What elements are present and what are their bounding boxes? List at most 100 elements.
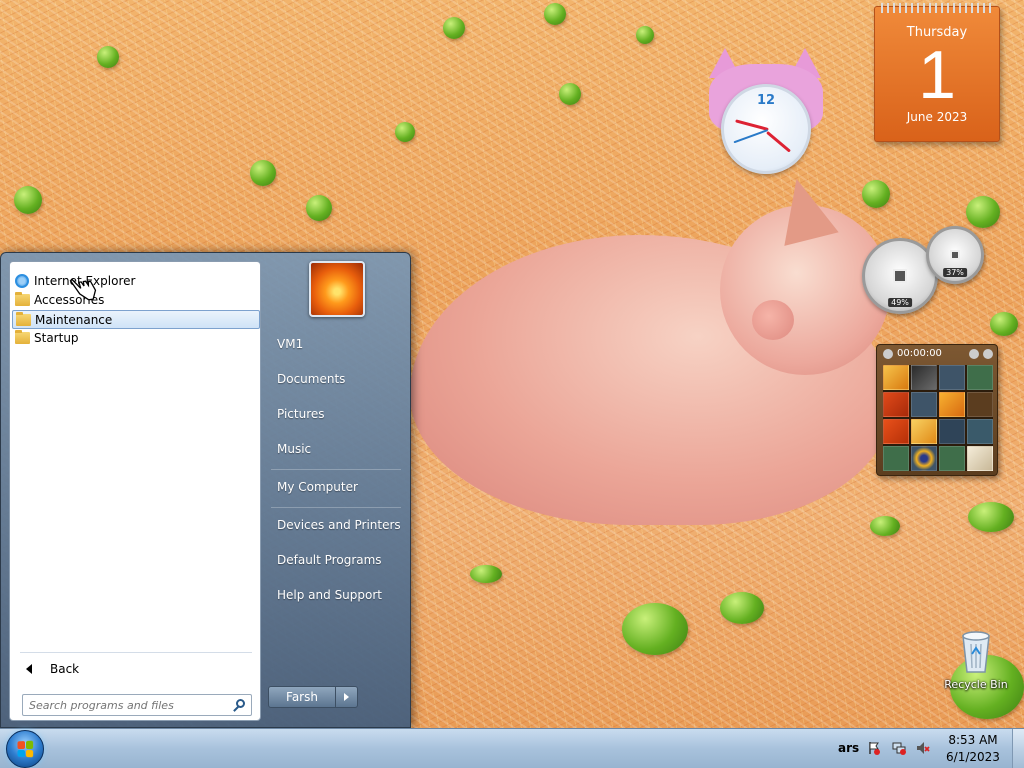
start-menu-item-my-computer[interactable]: My Computer xyxy=(269,472,403,502)
program-label: Startup xyxy=(34,331,79,345)
pea-decoration xyxy=(622,603,688,655)
puzzle-grid xyxy=(883,365,993,471)
folder-icon xyxy=(15,330,30,344)
taskbar-clock-time[interactable]: 8:53 AM xyxy=(940,733,1006,747)
action-center-flag-icon[interactable] xyxy=(867,741,881,755)
puzzle-tile[interactable] xyxy=(939,365,965,390)
start-button[interactable] xyxy=(6,730,44,768)
memory-chip-icon xyxy=(950,250,960,260)
puzzle-tile[interactable] xyxy=(939,392,965,417)
shutdown-button[interactable]: Farsh xyxy=(268,686,336,708)
start-menu-separator xyxy=(271,507,401,508)
puzzle-header: 00:00:00 xyxy=(877,345,997,363)
start-menu-item-music[interactable]: Music xyxy=(269,434,403,464)
hand-cursor-icon xyxy=(69,278,97,301)
cpu-meter-gadget[interactable]: 49% 37% xyxy=(862,226,986,316)
start-menu-item-devices-and-printers[interactable]: Devices and Printers xyxy=(269,510,403,540)
program-item-startup[interactable]: Startup xyxy=(12,329,260,348)
puzzle-tile[interactable] xyxy=(939,419,965,444)
clock-face: 12 xyxy=(721,84,811,174)
pea-decoration xyxy=(544,3,566,25)
puzzle-timer: 00:00:00 xyxy=(897,348,942,359)
pea-decoration xyxy=(968,502,1014,532)
program-item-accessories[interactable]: Accessories xyxy=(12,291,260,310)
folder-icon xyxy=(16,312,31,326)
clock-hour-hand xyxy=(766,131,791,153)
pea-decoration xyxy=(306,195,332,221)
pea-decoration xyxy=(250,160,276,186)
program-item-internet-explorer[interactable]: Internet Explorer xyxy=(12,272,260,291)
start-menu-programs-pane: Internet Explorer Accessories Maintenanc… xyxy=(9,261,261,721)
puzzle-tile[interactable] xyxy=(967,446,993,471)
puzzle-tile[interactable] xyxy=(911,392,937,417)
puzzle-tile[interactable] xyxy=(967,392,993,417)
start-menu-separator xyxy=(271,469,401,470)
program-label: Maintenance xyxy=(35,313,113,327)
start-menu: Internet Explorer Accessories Maintenanc… xyxy=(0,252,411,728)
puzzle-tile[interactable] xyxy=(911,446,937,471)
calendar-month-year: June 2023 xyxy=(906,110,968,124)
pea-decoration xyxy=(443,17,465,39)
back-divider xyxy=(20,652,252,653)
puzzle-tile[interactable] xyxy=(967,419,993,444)
cpu-chip-icon xyxy=(893,269,907,283)
pea-decoration xyxy=(720,592,764,624)
calendar-gadget[interactable]: Thursday 1 June 2023 xyxy=(874,3,1000,142)
recycle-bin-desktop-icon[interactable]: Recycle Bin xyxy=(940,630,1012,691)
back-button[interactable]: Back xyxy=(14,658,258,680)
cpu-usage-label: 49% xyxy=(888,298,912,307)
puzzle-tile[interactable] xyxy=(883,446,909,471)
recycle-bin-icon xyxy=(962,631,990,673)
folder-icon xyxy=(15,292,30,306)
back-label: Back xyxy=(50,662,80,676)
search-input[interactable] xyxy=(23,695,223,715)
pea-decoration xyxy=(470,565,502,583)
pea-decoration xyxy=(966,196,1000,228)
pea-decoration xyxy=(14,186,42,214)
pea-decoration xyxy=(870,516,900,536)
volume-muted-icon[interactable] xyxy=(916,741,930,755)
pea-decoration xyxy=(559,83,581,105)
puzzle-tile[interactable] xyxy=(967,365,993,390)
taskbar-clock-date[interactable]: 6/1/2023 xyxy=(940,750,1006,764)
network-icon[interactable] xyxy=(892,741,906,755)
puzzle-show-icon[interactable] xyxy=(883,349,893,359)
start-menu-item-default-programs[interactable]: Default Programs xyxy=(269,545,403,575)
search-icon[interactable] xyxy=(236,699,245,708)
puzzle-shuffle-icon[interactable] xyxy=(983,349,993,359)
memory-gauge: 37% xyxy=(926,226,984,284)
start-menu-item-help-and-support[interactable]: Help and Support xyxy=(269,580,403,610)
calendar-rings xyxy=(881,3,995,13)
pea-decoration xyxy=(97,46,119,68)
language-indicator[interactable]: ars xyxy=(838,741,859,755)
clock-gadget[interactable]: 12 xyxy=(705,48,827,174)
memory-usage-label: 37% xyxy=(943,268,967,277)
clock-twelve-label: 12 xyxy=(756,93,776,108)
pea-decoration xyxy=(636,26,654,44)
picture-puzzle-gadget[interactable]: 00:00:00 xyxy=(876,344,998,476)
puzzle-tile[interactable] xyxy=(911,365,937,390)
windows-logo-icon xyxy=(17,740,34,758)
start-menu-item-user[interactable]: VM1 xyxy=(269,329,403,359)
back-arrow-icon xyxy=(26,664,32,674)
puzzle-help-icon[interactable] xyxy=(969,349,979,359)
start-menu-item-pictures[interactable]: Pictures xyxy=(269,399,403,429)
program-item-maintenance[interactable]: Maintenance xyxy=(12,310,260,329)
shutdown-options-arrow-icon[interactable] xyxy=(336,686,358,708)
search-box[interactable] xyxy=(22,694,252,716)
taskbar: ars 8:53 AM 6/1/2023 xyxy=(0,728,1024,768)
show-desktop-button[interactable] xyxy=(1012,729,1024,768)
pea-decoration xyxy=(990,312,1018,336)
puzzle-tile[interactable] xyxy=(883,419,909,444)
pig-snout-image xyxy=(752,300,794,340)
start-menu-item-documents[interactable]: Documents xyxy=(269,364,403,394)
pea-decoration xyxy=(395,122,415,142)
recycle-bin-label: Recycle Bin xyxy=(944,678,1008,691)
puzzle-tile[interactable] xyxy=(883,365,909,390)
user-account-picture[interactable] xyxy=(309,261,365,317)
puzzle-tile[interactable] xyxy=(911,419,937,444)
calendar-day-number: 1 xyxy=(918,37,956,113)
puzzle-tile[interactable] xyxy=(883,392,909,417)
internet-explorer-icon xyxy=(15,274,29,288)
puzzle-tile[interactable] xyxy=(939,446,965,471)
